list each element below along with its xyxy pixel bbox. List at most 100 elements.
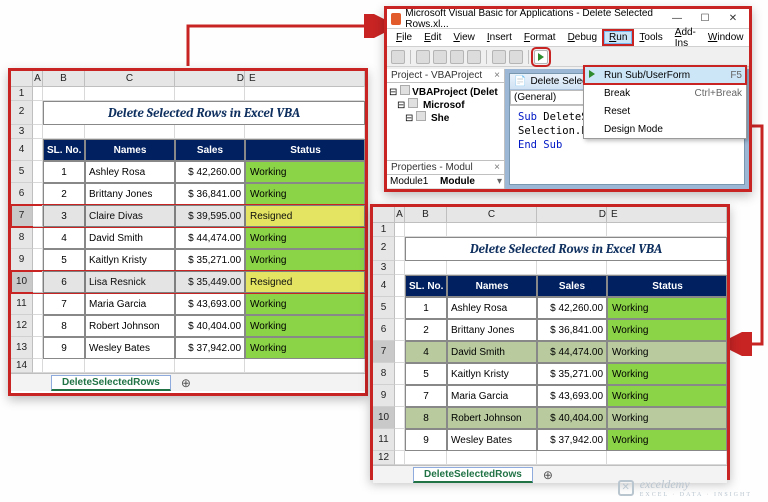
run-menu-break[interactable]: BreakCtrl+Break — [584, 84, 746, 102]
new-sheet-button[interactable]: ⊕ — [175, 376, 197, 390]
sheet-tab[interactable]: DeleteSelectedRows — [51, 375, 171, 391]
sheet-tab[interactable]: DeleteSelectedRows — [413, 467, 533, 483]
excel-after-panel: ABCDE12Delete Selected Rows in Excel VBA… — [370, 204, 730, 480]
menu-help[interactable]: Help — [750, 31, 752, 44]
table-header[interactable]: Names — [85, 139, 175, 161]
toolbar-run-icon[interactable] — [534, 50, 548, 64]
col-head-D[interactable]: D — [537, 207, 607, 222]
table-row[interactable]: 85Kaitlyn Kristy$ 35,271.00Working — [373, 363, 727, 385]
run-menu-reset[interactable]: Reset — [584, 102, 746, 120]
run-menu-run-sub-userform[interactable]: Run Sub/UserFormF5 — [584, 66, 746, 84]
toolbar-copy-icon[interactable] — [450, 50, 464, 64]
row-head[interactable]: 9 — [373, 385, 395, 407]
table-row[interactable]: 128Robert Johnson$ 40,404.00Working — [11, 315, 365, 337]
table-row[interactable]: 51Ashley Rosa$ 42,260.00Working — [373, 297, 727, 319]
row-head[interactable]: 10 — [11, 271, 33, 293]
row-head[interactable]: 13 — [11, 337, 33, 359]
status-cell: Working — [245, 293, 365, 315]
table-row[interactable]: 95Kaitlyn Kristy$ 35,271.00Working — [11, 249, 365, 271]
row-head[interactable]: 9 — [11, 249, 33, 271]
col-head-B[interactable]: B — [43, 71, 85, 86]
table-row[interactable]: 62Brittany Jones$ 36,841.00Working — [11, 183, 365, 205]
col-head-A[interactable]: A — [33, 71, 43, 86]
table-row[interactable]: 51Ashley Rosa$ 42,260.00Working — [11, 161, 365, 183]
toolbar-paste-icon[interactable] — [467, 50, 481, 64]
status-cell: Working — [607, 341, 727, 363]
menu-window[interactable]: Window — [703, 31, 749, 44]
sheet-title: Delete Selected Rows in Excel VBA — [405, 237, 727, 261]
toolbar-excel-icon[interactable] — [391, 50, 405, 64]
close-icon[interactable]: × — [494, 162, 500, 173]
col-head-E[interactable]: E — [607, 207, 727, 222]
table-header[interactable]: SL. No. — [43, 139, 85, 161]
menu-debug[interactable]: Debug — [563, 31, 602, 44]
toolbar-undo-icon[interactable] — [492, 50, 506, 64]
table-row[interactable]: 139Wesley Bates$ 37,942.00Working — [11, 337, 365, 359]
project-node[interactable]: ⊟ Microsof — [389, 98, 502, 111]
table-row[interactable]: 117Maria Garcia$ 43,693.00Working — [11, 293, 365, 315]
new-sheet-button[interactable]: ⊕ — [537, 468, 559, 482]
row-head[interactable]: 5 — [11, 161, 33, 183]
table-row[interactable]: 73Claire Divas$ 39,595.00Resigned — [11, 205, 365, 227]
col-head-B[interactable]: B — [405, 207, 447, 222]
property-row[interactable]: Module1 Module ▾ — [387, 175, 504, 189]
window-close-button[interactable]: ✕ — [721, 11, 745, 27]
table-header[interactable]: Sales — [175, 139, 245, 161]
row-head[interactable]: 7 — [373, 341, 395, 363]
design-icon — [588, 123, 600, 135]
menu-view[interactable]: View — [448, 31, 480, 44]
row-head[interactable]: 8 — [373, 363, 395, 385]
vba-title: Microsoft Visual Basic for Applications … — [405, 8, 657, 30]
row-head[interactable]: 7 — [11, 205, 33, 227]
project-node[interactable]: ⊟ She — [389, 111, 502, 124]
window-minimize-button[interactable]: — — [665, 11, 689, 27]
excel-before-panel: ABCDE12Delete Selected Rows in Excel VBA… — [8, 68, 368, 396]
window-maximize-button[interactable]: ☐ — [693, 11, 717, 27]
col-head-C[interactable]: C — [447, 207, 537, 222]
close-icon[interactable]: × — [494, 70, 500, 81]
properties-pane: Properties - Modul× Module1 Module ▾ — [387, 160, 504, 189]
col-head-C[interactable]: C — [85, 71, 175, 86]
table-row[interactable]: 106Lisa Resnick$ 35,449.00Resigned — [11, 271, 365, 293]
toolbar-cut-icon[interactable] — [433, 50, 447, 64]
table-header[interactable]: Sales — [537, 275, 607, 297]
row-head[interactable]: 8 — [11, 227, 33, 249]
run-menu-design-mode[interactable]: Design Mode — [584, 120, 746, 138]
table-header[interactable]: Status — [607, 275, 727, 297]
menu-format[interactable]: Format — [519, 31, 561, 44]
row-head[interactable]: 5 — [373, 297, 395, 319]
row-head[interactable]: 12 — [11, 315, 33, 337]
project-tree[interactable]: ⊟ VBAProject (Delet⊟ Microsof⊟ She — [387, 83, 504, 160]
menu-insert[interactable]: Insert — [482, 31, 517, 44]
table-header[interactable]: Status — [245, 139, 365, 161]
menu-run[interactable]: Run — [604, 31, 632, 44]
col-head-E[interactable]: E — [245, 71, 365, 86]
status-cell: Working — [245, 337, 365, 359]
col-head-D[interactable]: D — [175, 71, 245, 86]
col-head-A[interactable]: A — [395, 207, 405, 222]
row-head[interactable]: 11 — [373, 429, 395, 451]
project-node[interactable]: ⊟ VBAProject (Delet — [389, 85, 502, 98]
table-row[interactable]: 62Brittany Jones$ 36,841.00Working — [373, 319, 727, 341]
toolbar-save-icon[interactable] — [416, 50, 430, 64]
table-header[interactable]: SL. No. — [405, 275, 447, 297]
play-icon — [588, 69, 600, 81]
row-head[interactable]: 10 — [373, 407, 395, 429]
menu-tools[interactable]: Tools — [634, 31, 667, 44]
status-cell: Working — [607, 297, 727, 319]
row-head[interactable]: 11 — [11, 293, 33, 315]
table-row[interactable]: 108Robert Johnson$ 40,404.00Working — [373, 407, 727, 429]
table-row[interactable]: 119Wesley Bates$ 37,942.00Working — [373, 429, 727, 451]
menu-edit[interactable]: Edit — [419, 31, 446, 44]
menu-add-ins[interactable]: Add-Ins — [670, 26, 701, 50]
table-header[interactable]: Names — [447, 275, 537, 297]
table-row[interactable]: 74David Smith$ 44,474.00Working — [373, 341, 727, 363]
status-cell: Working — [245, 315, 365, 337]
vba-left-pane: Project - VBAProject× ⊟ VBAProject (Dele… — [387, 69, 505, 189]
table-row[interactable]: 84David Smith$ 44,474.00Working — [11, 227, 365, 249]
row-head[interactable]: 6 — [11, 183, 33, 205]
table-row[interactable]: 97Maria Garcia$ 43,693.00Working — [373, 385, 727, 407]
row-head[interactable]: 6 — [373, 319, 395, 341]
menu-file[interactable]: File — [391, 31, 417, 44]
toolbar-redo-icon[interactable] — [509, 50, 523, 64]
